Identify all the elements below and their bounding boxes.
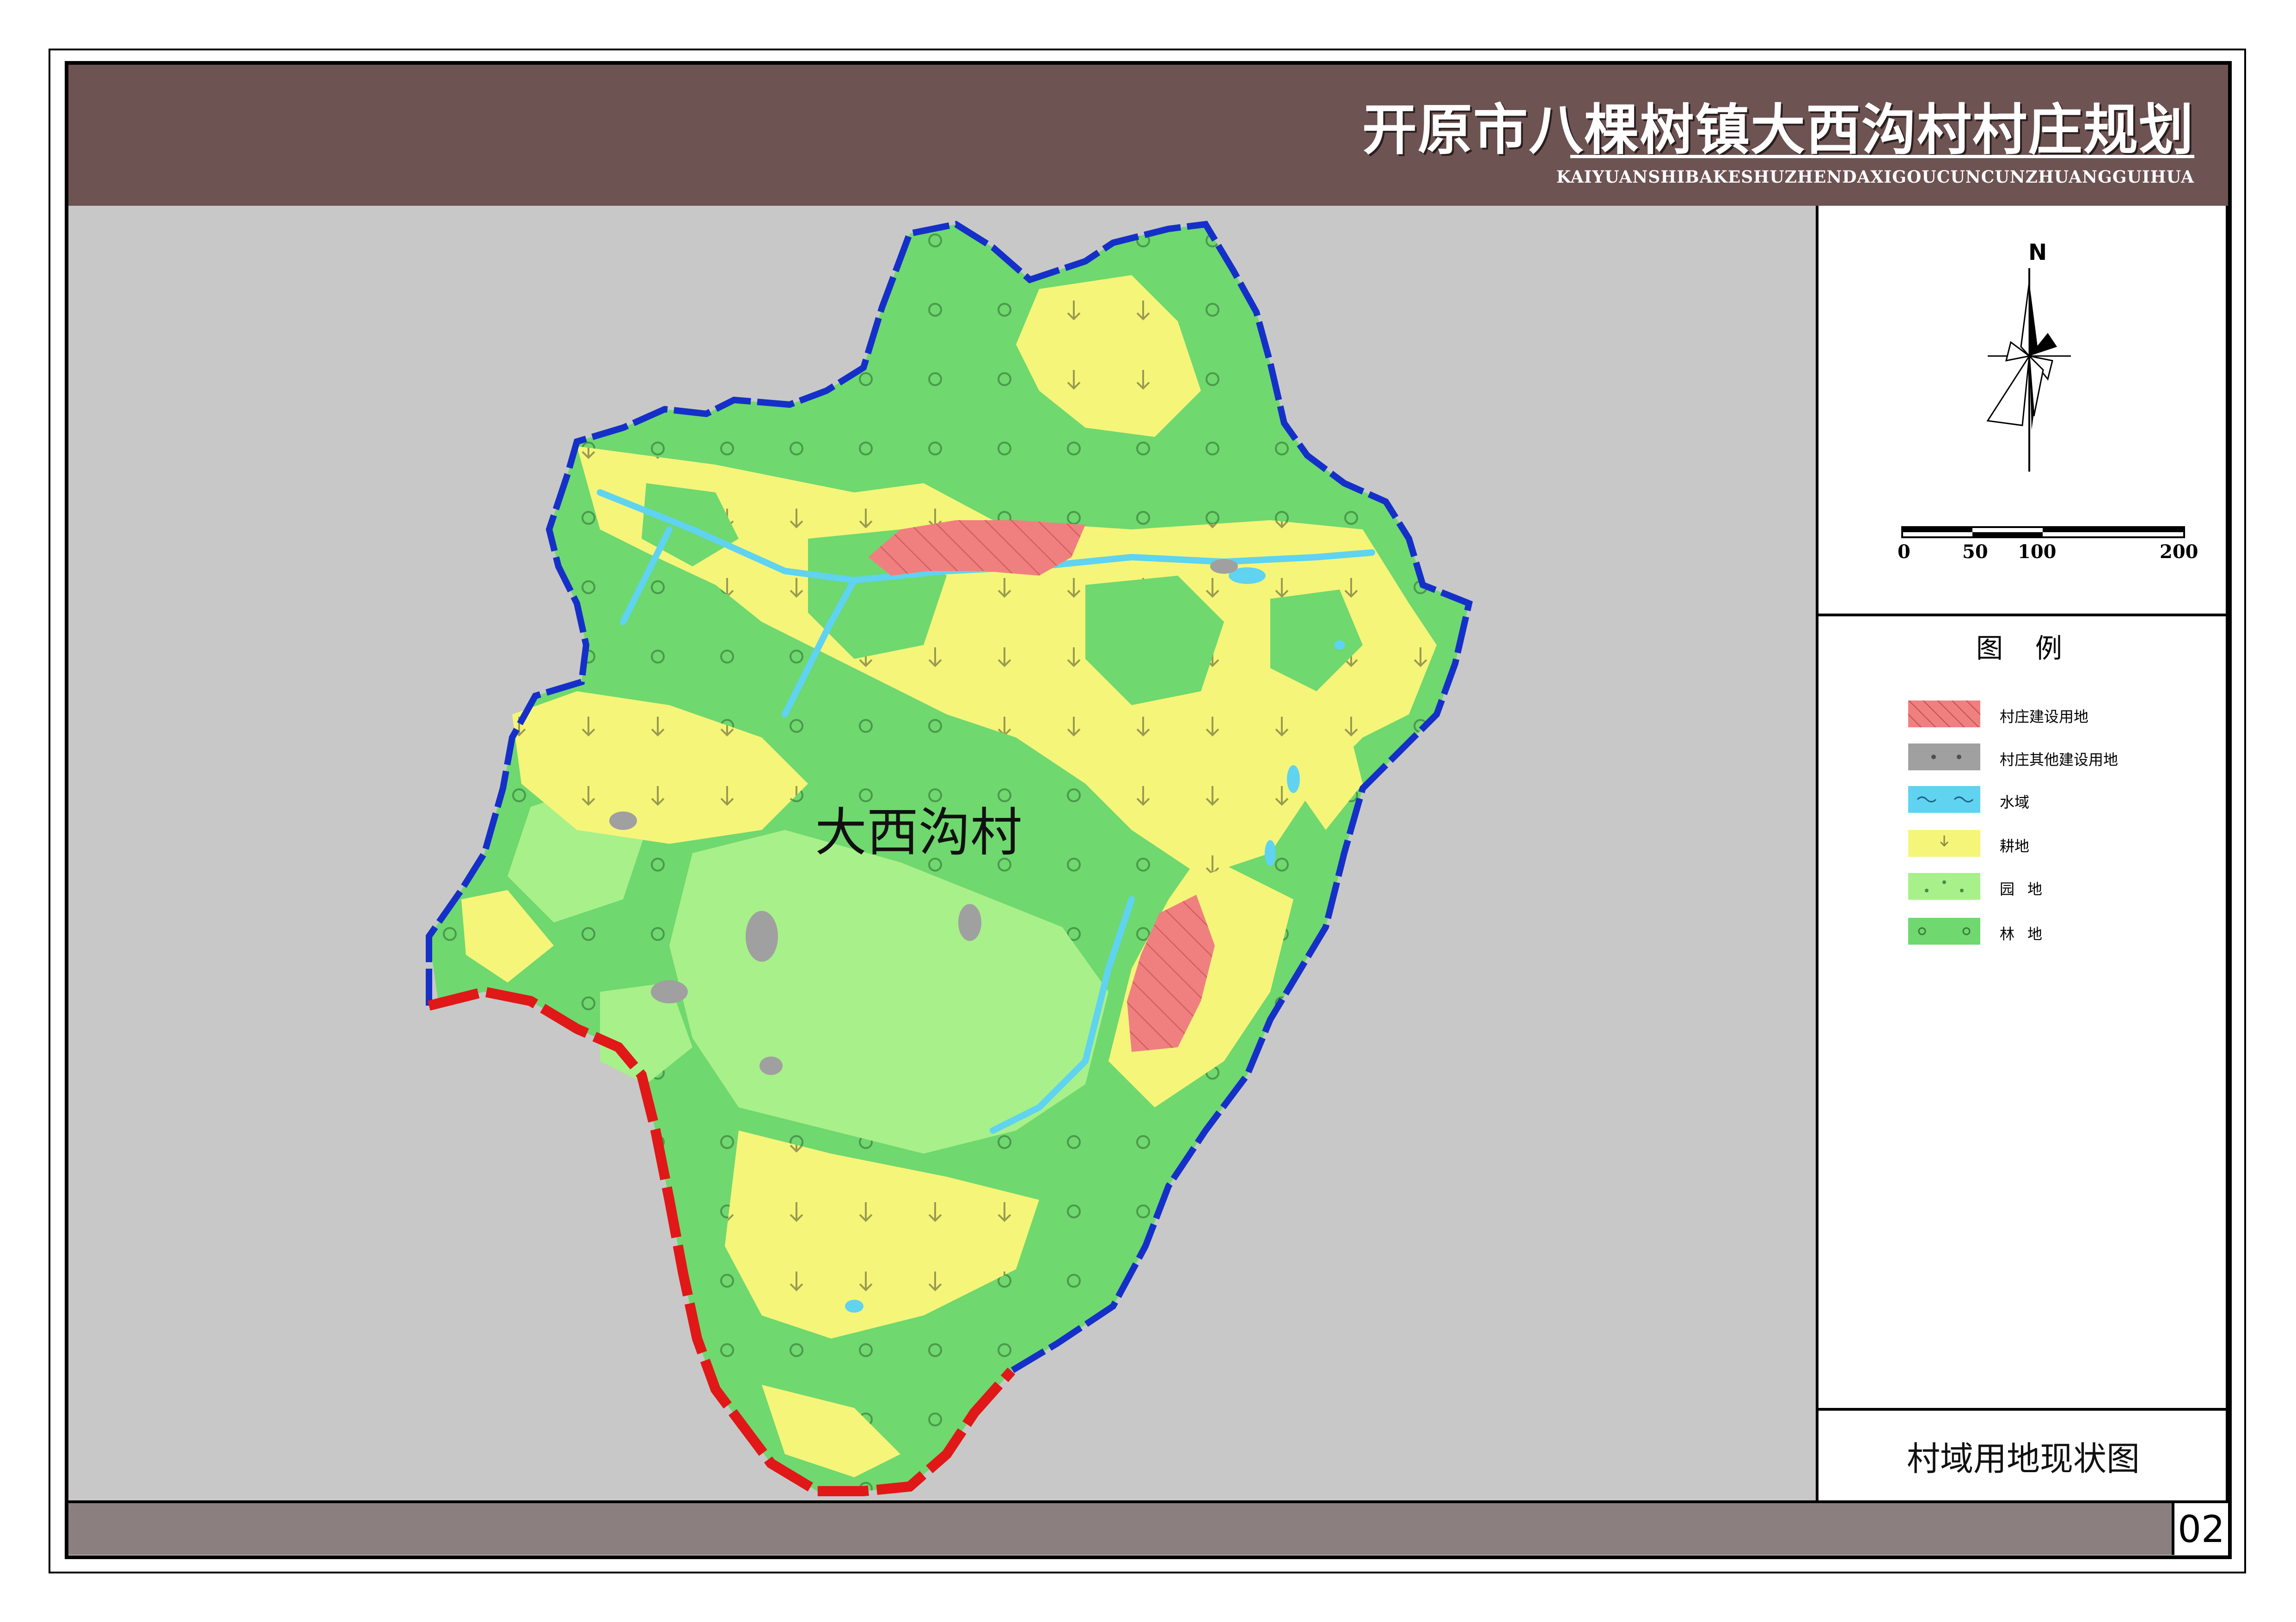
- legend-swatch-orchard: [1908, 873, 1980, 900]
- scale-tick-label: 0: [1898, 541, 1910, 563]
- legend-swatch-dots: [1908, 743, 1980, 770]
- legend-label: 园地: [2000, 880, 2056, 898]
- scale-tick-label: 50: [1962, 541, 1988, 563]
- drawing-name: 村域用地现状图: [1906, 1439, 2140, 1478]
- legend-title: 图例: [1976, 633, 2095, 664]
- legend-swatch-water: [1908, 786, 1980, 813]
- legend-swatch-forest: [1908, 918, 1980, 945]
- scale-tick-label: 200: [2160, 541, 2198, 563]
- legend-swatch-farmland: [1908, 830, 1980, 857]
- legend-label: 林地: [2000, 925, 2056, 943]
- map-subtitle: KAIYUANSHIBAKESHUZHENDAXIGOUCUNCUNZHUANG…: [1556, 167, 2194, 187]
- panel-divider: [1818, 614, 2228, 616]
- map-title: 开原市八棵树镇大西沟村村庄规划: [1362, 98, 2194, 162]
- compass-rose-icon: [1986, 268, 2071, 472]
- scale-tick-label: 100: [2018, 541, 2057, 563]
- village-name-label: 大西沟村: [815, 803, 1022, 863]
- legend-label: 水域: [2000, 793, 2030, 811]
- map-area: 大西沟村: [68, 206, 1816, 1500]
- panel-border: [2226, 206, 2228, 1500]
- legend-label: 村庄建设用地: [2000, 708, 2089, 725]
- legend-label: 村庄其他建设用地: [2000, 751, 2118, 768]
- footer-band: [68, 1500, 2228, 1555]
- legend-swatch-hatch: [1908, 700, 1980, 727]
- legend-label: 耕地: [2000, 837, 2030, 855]
- page-number: 02: [2172, 1500, 2228, 1555]
- title-underline: [1570, 155, 2194, 158]
